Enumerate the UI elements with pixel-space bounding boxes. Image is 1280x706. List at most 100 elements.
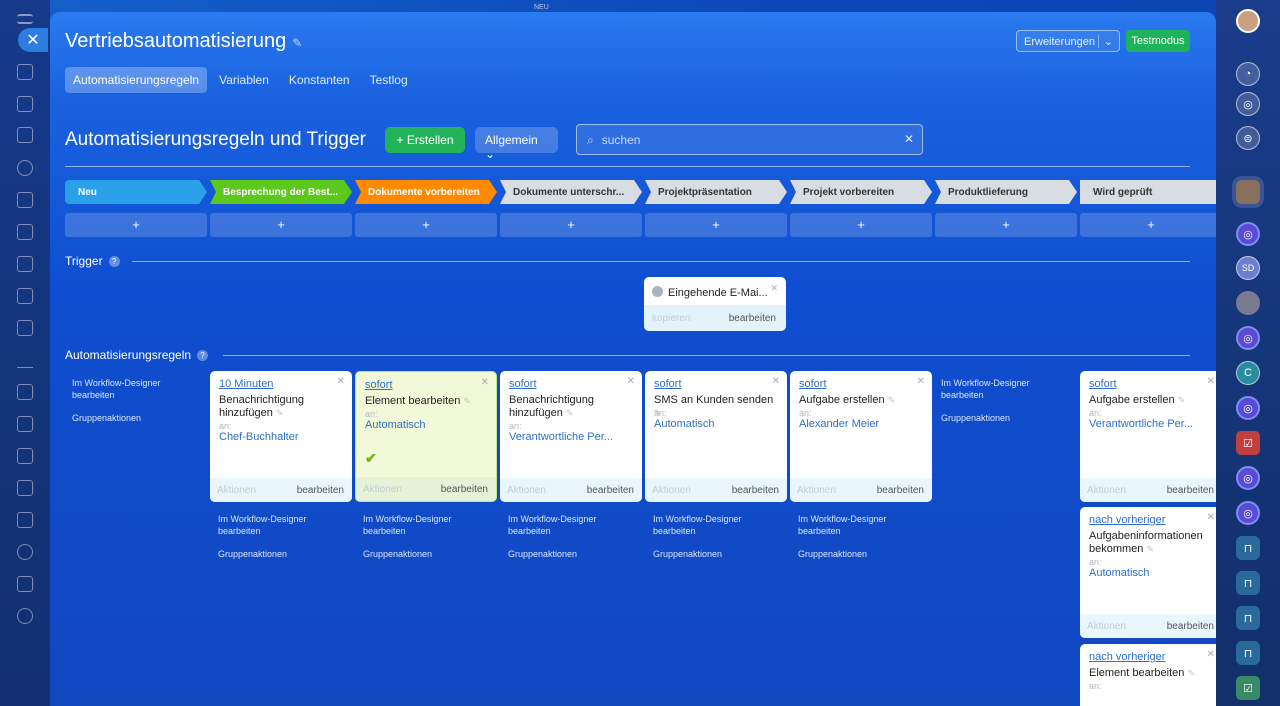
analytics-icon[interactable]: [17, 352, 33, 368]
add-rule-button-1[interactable]: +: [210, 213, 352, 237]
edit-pencil-icon[interactable]: ✎: [1178, 395, 1186, 405]
rule-edit-link[interactable]: bearbeiten: [1167, 621, 1214, 632]
trigger-close-icon[interactable]: ✕: [770, 283, 778, 294]
edit-pencil-icon[interactable]: ✎: [463, 396, 471, 406]
shop-icon[interactable]: [17, 384, 33, 400]
copilot-icon[interactable]: ◎: [1236, 92, 1260, 116]
rule-timing[interactable]: nach vorheriger: [1089, 514, 1165, 526]
rule-responsible[interactable]: Alexander Meier: [799, 418, 927, 430]
feed-icon[interactable]: [17, 96, 33, 112]
sites-icon[interactable]: [17, 256, 33, 272]
rule-edit-link[interactable]: bearbeiten: [297, 485, 344, 496]
group-actions-link[interactable]: Gruppenaktionen: [941, 412, 1010, 424]
add-rule-button-5[interactable]: +: [790, 213, 932, 237]
rule-edit-link[interactable]: bearbeiten: [587, 485, 634, 496]
trigger-copy-link[interactable]: kopieren: [652, 313, 690, 324]
designer-link-2[interactable]: bearbeiten: [798, 525, 841, 537]
group-actions-link[interactable]: Gruppenaktionen: [72, 412, 141, 424]
add-rule-button-6[interactable]: +: [935, 213, 1077, 237]
menu-icon[interactable]: [17, 14, 33, 24]
rule-responsible[interactable]: Verantwortliche Per...: [1089, 418, 1216, 430]
group-actions-link[interactable]: Gruppenaktionen: [508, 548, 577, 560]
rule-timing[interactable]: sofort: [1089, 378, 1117, 390]
stage-6[interactable]: Produktlieferung: [935, 180, 1077, 204]
rule-card[interactable]: nach vorheriger ✕ Aufgabeninformationen be…: [1080, 507, 1216, 638]
rule-actions-link[interactable]: Aktionen: [797, 485, 836, 496]
rule-close-icon[interactable]: ✕: [1207, 512, 1215, 523]
contact-avatar-2[interactable]: [1236, 291, 1260, 315]
lock-icon-2[interactable]: ⊓: [1236, 571, 1260, 595]
filter-icon[interactable]: [17, 448, 33, 464]
designer-link-2[interactable]: bearbeiten: [72, 389, 115, 401]
channel-icon-5[interactable]: ◎: [1236, 501, 1260, 525]
contacts-icon[interactable]: [17, 160, 33, 176]
lock-icon[interactable]: ⊓: [1236, 536, 1260, 560]
help-icon[interactable]: [17, 544, 33, 560]
rule-edit-link[interactable]: bearbeiten: [732, 485, 779, 496]
designer-link[interactable]: Im Workflow-Designer: [798, 513, 886, 525]
rule-actions-link[interactable]: Aktionen: [217, 485, 256, 496]
designer-link[interactable]: Im Workflow-Designer: [218, 513, 306, 525]
rule-close-icon[interactable]: ✕: [917, 376, 925, 387]
rule-timing[interactable]: nach vorheriger: [1089, 651, 1165, 663]
group-actions-link[interactable]: Gruppenaktionen: [653, 548, 722, 560]
search-chat-icon[interactable]: ⊜: [1236, 126, 1260, 150]
stage-7[interactable]: Wird geprüft: [1080, 180, 1216, 204]
designer-link-2[interactable]: bearbeiten: [653, 525, 696, 537]
channel-icon-4[interactable]: ◎: [1236, 466, 1260, 490]
channel-icon[interactable]: ◎: [1236, 222, 1260, 246]
home-icon[interactable]: [17, 64, 33, 80]
pin-icon[interactable]: ✎: [292, 36, 302, 50]
designer-link[interactable]: Im Workflow-Designer: [72, 377, 160, 389]
notification-icon[interactable]: ◔: [1236, 62, 1260, 86]
extensions-button[interactable]: Erweiterungen ⌄: [1016, 30, 1120, 52]
settings-icon[interactable]: [17, 608, 33, 624]
channel-icon-3[interactable]: ◎: [1236, 396, 1260, 420]
edit-pencil-icon[interactable]: ✎: [1187, 668, 1195, 678]
trigger-edit-link[interactable]: bearbeiten: [729, 313, 776, 324]
user-avatar[interactable]: [1236, 9, 1260, 33]
close-panel-button[interactable]: ✕: [18, 28, 48, 52]
add-rule-button-2[interactable]: +: [355, 213, 497, 237]
search-input[interactable]: ⌕ suchen ✕: [576, 124, 923, 155]
chat-icon[interactable]: [17, 320, 33, 336]
designer-link-2[interactable]: bearbeiten: [218, 525, 261, 537]
stage-0[interactable]: Neu: [65, 180, 207, 204]
help-icon[interactable]: ?: [108, 256, 120, 267]
rule-card[interactable]: sofort ✕ Element bearbeiten ✎ an: Automatisc…: [355, 371, 497, 502]
designer-link-2[interactable]: bearbeiten: [941, 389, 984, 401]
rule-responsible[interactable]: Automatisch: [365, 419, 493, 431]
rule-timing[interactable]: sofort: [654, 378, 682, 390]
rule-actions-link[interactable]: Aktionen: [507, 485, 546, 496]
stage-1[interactable]: Besprechung der Best...: [210, 180, 352, 204]
task-icon[interactable]: ☑: [1236, 431, 1260, 455]
rule-timing[interactable]: 10 Minuten: [219, 378, 273, 390]
lock-icon-4[interactable]: ⊓: [1236, 641, 1260, 665]
rule-card[interactable]: nach vorheriger ✕ Element bearbeiten ✎ an:: [1080, 644, 1216, 706]
tab-variables[interactable]: Variablen: [211, 67, 277, 93]
rule-actions-link[interactable]: Aktionen: [1087, 485, 1126, 496]
rule-close-icon[interactable]: ✕: [1207, 649, 1215, 660]
rule-actions-link[interactable]: Aktionen: [1087, 621, 1126, 632]
add-rule-button-0[interactable]: +: [65, 213, 207, 237]
rule-edit-link[interactable]: bearbeiten: [1167, 485, 1214, 496]
rule-close-icon[interactable]: ✕: [481, 377, 489, 388]
create-button[interactable]: + Erstellen: [385, 127, 465, 153]
rule-card[interactable]: sofort ✕ Aufgabe erstellen ✎ an: Verantwortl…: [1080, 371, 1216, 502]
tab-constants[interactable]: Konstanten: [281, 67, 358, 93]
edit-pencil-icon[interactable]: ✎: [566, 408, 574, 418]
edit-pencil-icon[interactable]: ✎: [888, 395, 896, 405]
edit-pencil-icon[interactable]: ✎: [1146, 544, 1154, 554]
mail-icon[interactable]: [17, 480, 33, 496]
crm-icon[interactable]: [17, 224, 33, 240]
add-rule-button-7[interactable]: +: [1080, 213, 1216, 237]
designer-link[interactable]: Im Workflow-Designer: [653, 513, 741, 525]
stage-2[interactable]: Dokumente vorbereiten: [355, 180, 497, 204]
contact-avatar[interactable]: [1232, 176, 1264, 208]
group-actions-link[interactable]: Gruppenaktionen: [218, 548, 287, 560]
rule-responsible[interactable]: Automatisch: [654, 418, 782, 430]
rule-responsible[interactable]: Automatisch: [1089, 567, 1216, 579]
rule-timing[interactable]: sofort: [799, 378, 827, 390]
lock-icon-3[interactable]: ⊓: [1236, 606, 1260, 630]
add-rule-button-3[interactable]: +: [500, 213, 642, 237]
